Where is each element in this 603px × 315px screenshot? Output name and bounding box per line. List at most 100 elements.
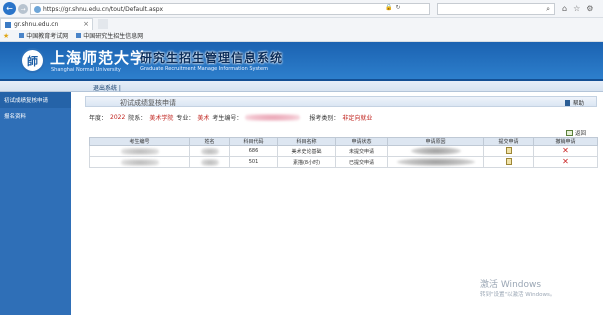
status-cell: 已提交申请 bbox=[335, 156, 388, 168]
cancel-application-icon[interactable]: ✕ bbox=[562, 146, 569, 155]
url-text: https://gr.shnu.edu.cn/tout/Default.aspx bbox=[43, 5, 164, 13]
favorite-link-1[interactable]: 中国教育考试网 bbox=[19, 31, 68, 40]
tab-current[interactable]: gr.shnu.edu.cn × bbox=[0, 18, 93, 30]
gear-icon[interactable]: ⚙ bbox=[586, 4, 593, 13]
lock-icon[interactable]: 🔒 bbox=[385, 4, 392, 11]
favorite-site-icon bbox=[76, 33, 82, 38]
university-name-en: Shanghai Normal University bbox=[51, 67, 121, 73]
cancel-cell: ✕ bbox=[533, 145, 598, 157]
year-label: 年度： bbox=[89, 115, 108, 122]
exam-number-redacted bbox=[245, 114, 301, 121]
exam-number-cell bbox=[89, 156, 190, 168]
table-row: 686 美术史论基础 未提交申请 ✕ bbox=[89, 145, 598, 157]
return-button[interactable]: 返回 bbox=[566, 129, 586, 137]
help-icon bbox=[564, 100, 570, 106]
exit-system-label: 退出系统 bbox=[93, 85, 118, 92]
tab-favicon-icon bbox=[5, 21, 11, 28]
subject-code-cell: 501 bbox=[229, 156, 278, 168]
redacted-text bbox=[200, 147, 219, 155]
search-input[interactable]: ⌕ bbox=[437, 3, 555, 15]
url-field[interactable]: https://gr.shnu.edu.cn/tout/Default.aspx bbox=[30, 3, 430, 15]
return-label: 返回 bbox=[575, 131, 587, 137]
forward-arrow-icon: → bbox=[20, 5, 26, 13]
column-header: 姓名 bbox=[189, 137, 230, 146]
submit-cell bbox=[483, 145, 534, 157]
forward-button[interactable]: → bbox=[18, 4, 28, 14]
favorite-site-icon bbox=[19, 33, 25, 38]
help-button[interactable]: 帮助 bbox=[564, 99, 584, 107]
major-value: 美术 bbox=[197, 115, 210, 122]
star-icon[interactable]: ☆ bbox=[573, 4, 580, 13]
panel-title: 初试成绩复核申请 bbox=[120, 99, 176, 107]
redacted-text bbox=[396, 158, 475, 166]
column-header: 科目名称 bbox=[277, 137, 336, 146]
panel-header: 初试成绩复核申请 帮助 bbox=[85, 96, 597, 107]
search-icon: ⌕ bbox=[546, 5, 550, 13]
sidebar-item-application-info[interactable]: 报名资料 bbox=[0, 108, 71, 124]
tab-bar: gr.shnu.edu.cn × bbox=[0, 18, 603, 30]
department-value: 美术学院 bbox=[149, 115, 174, 122]
favorite-link-label: 中国教育考试网 bbox=[26, 33, 69, 40]
favorite-link-2[interactable]: 中国研究生招生信息网 bbox=[76, 31, 143, 40]
favorite-link-label: 中国研究生招生信息网 bbox=[83, 33, 144, 40]
column-header: 考生编号 bbox=[89, 137, 190, 146]
sidebar: 初试成绩复核申请 报名资料 bbox=[0, 92, 71, 315]
column-header: 申请原因 bbox=[387, 137, 484, 146]
sidebar-item-label: 初试成绩复核申请 bbox=[4, 98, 49, 104]
table-row: 501 素描(8小时) 已提交申请 ✕ bbox=[89, 156, 598, 168]
subject-name-cell: 素描(8小时) bbox=[277, 156, 336, 168]
reason-cell[interactable] bbox=[387, 145, 484, 157]
name-cell bbox=[189, 156, 230, 168]
tab-title: gr.shnu.edu.cn bbox=[14, 21, 59, 28]
exam-number-cell bbox=[89, 145, 190, 157]
reason-cell[interactable] bbox=[387, 156, 484, 168]
category-value: 非定向就业 bbox=[342, 115, 373, 122]
column-header: 申请状态 bbox=[335, 137, 388, 146]
system-subtitle: Graduate Recruitment Manage Information … bbox=[140, 66, 268, 72]
home-icon[interactable]: ⌂ bbox=[562, 4, 567, 13]
column-header: 提交申请 bbox=[483, 137, 534, 146]
cancel-application-icon[interactable]: ✕ bbox=[562, 157, 569, 166]
redacted-text bbox=[120, 158, 159, 166]
submit-cell bbox=[483, 156, 534, 168]
redacted-text bbox=[410, 147, 461, 155]
major-label: 专业： bbox=[176, 115, 195, 122]
cancel-cell: ✕ bbox=[533, 156, 598, 168]
column-header: 科目代码 bbox=[229, 137, 278, 146]
favorites-star-icon[interactable]: ★ bbox=[3, 32, 9, 40]
close-icon[interactable]: × bbox=[83, 20, 89, 28]
subject-code-cell: 686 bbox=[229, 145, 278, 157]
redacted-text bbox=[120, 147, 159, 155]
site-globe-icon bbox=[34, 6, 41, 13]
year-value: 2022 bbox=[110, 114, 126, 121]
url-tools: 🔒 ↻ bbox=[385, 4, 401, 11]
browser-window: ← → https://gr.shnu.edu.cn/tout/Default.… bbox=[0, 0, 603, 315]
system-title: 研究生招生管理信息系统 bbox=[140, 51, 284, 65]
category-label: 报考类别： bbox=[309, 115, 340, 122]
sidebar-item-score-review[interactable]: 初试成绩复核申请 bbox=[0, 92, 71, 108]
department-label: 院系： bbox=[128, 115, 147, 122]
exit-system-link[interactable]: 退出系统 | bbox=[93, 83, 121, 92]
name-cell bbox=[189, 145, 230, 157]
windows-activation-hint: 转到"设置"以激活 Windows。 bbox=[480, 292, 556, 298]
site-header: 師 上海师范大学 Shanghai Normal University 研究生招… bbox=[0, 42, 603, 81]
back-button[interactable]: ← bbox=[3, 2, 16, 15]
sidebar-item-label: 报名资料 bbox=[4, 114, 27, 120]
submit-application-icon[interactable] bbox=[505, 146, 512, 154]
status-cell: 未提交申请 bbox=[335, 145, 388, 157]
windows-activation-watermark: 激活 Windows bbox=[480, 280, 542, 290]
help-label: 帮助 bbox=[572, 101, 584, 107]
refresh-icon[interactable]: ↻ bbox=[395, 4, 400, 11]
table-header-row: 考生编号 姓名 科目代码 科目名称 申请状态 申请原因 提交申请 撤销申请 bbox=[89, 137, 598, 146]
university-logo: 師 bbox=[20, 48, 45, 73]
subject-name-cell: 美术史论基础 bbox=[277, 145, 336, 157]
exam-number-label: 考生编号： bbox=[212, 115, 243, 122]
submit-application-icon[interactable] bbox=[505, 157, 512, 165]
column-header: 撤销申请 bbox=[533, 137, 598, 146]
address-bar-row: ← → https://gr.shnu.edu.cn/tout/Default.… bbox=[0, 0, 603, 18]
university-name-cn: 上海师范大学 bbox=[50, 49, 147, 67]
new-tab-button[interactable] bbox=[98, 19, 108, 29]
back-arrow-icon: ← bbox=[6, 4, 13, 13]
score-review-table: 考生编号 姓名 科目代码 科目名称 申请状态 申请原因 提交申请 撤销申请 68… bbox=[89, 137, 598, 168]
sub-nav-bar: 退出系统 | bbox=[0, 81, 603, 92]
